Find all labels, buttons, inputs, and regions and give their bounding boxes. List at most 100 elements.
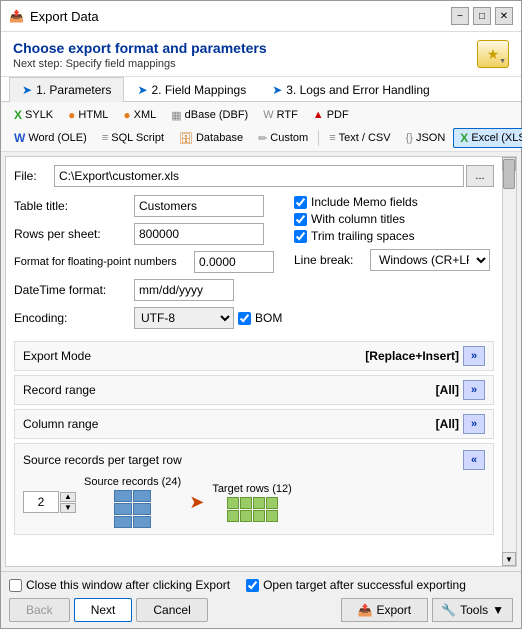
source-records-collapse[interactable]: « bbox=[463, 450, 485, 470]
tab-field-mappings[interactable]: ➤ 2. Field Mappings bbox=[124, 77, 259, 102]
export-mode-section[interactable]: Export Mode [Replace+Insert] » bbox=[14, 341, 494, 371]
custom-label: Custom bbox=[270, 132, 308, 144]
file-input[interactable] bbox=[54, 165, 464, 187]
minimize-button[interactable]: − bbox=[451, 7, 469, 25]
sql-label: SQL Script bbox=[111, 132, 164, 144]
rows-per-sheet-input[interactable] bbox=[134, 223, 264, 245]
tab-parameters[interactable]: ➤ 1. Parameters bbox=[9, 77, 124, 102]
tab-arrow-2: ➤ bbox=[137, 83, 147, 97]
table-title-input[interactable] bbox=[134, 195, 264, 217]
maximize-button[interactable]: □ bbox=[473, 7, 491, 25]
close-window-checkbox[interactable] bbox=[9, 579, 22, 592]
format-rtf[interactable]: W RTF bbox=[256, 105, 305, 125]
sql-icon: ≡ bbox=[102, 132, 108, 144]
open-target-label: Open target after successful exporting bbox=[263, 578, 466, 592]
trim-trailing-spaces-row: Trim trailing spaces bbox=[294, 229, 494, 243]
close-window-row: Close this window after clicking Export bbox=[9, 578, 230, 592]
column-range-section[interactable]: Column range [All] » bbox=[14, 409, 494, 439]
tab-logs-label: 3. Logs and Error Handling bbox=[286, 83, 429, 97]
favorites-button[interactable]: ★ bbox=[477, 40, 509, 68]
text-icon: ≡ bbox=[329, 132, 335, 144]
format-json[interactable]: {} JSON bbox=[399, 128, 453, 148]
spinner-down[interactable]: ▼ bbox=[60, 503, 76, 513]
bom-label: BOM bbox=[255, 311, 282, 325]
format-row-1: X SYLK ● HTML ● XML ▦ dBase (DBF) W RTF … bbox=[5, 104, 358, 126]
format-database[interactable]: 🗄 Database bbox=[172, 128, 250, 148]
browse-button[interactable]: ... bbox=[466, 165, 494, 187]
sylk-icon: X bbox=[14, 108, 22, 122]
xml-icon: ● bbox=[123, 108, 130, 122]
source-records-number-input[interactable] bbox=[23, 491, 59, 513]
next-button[interactable]: Next bbox=[74, 598, 133, 622]
include-memo-row: Include Memo fields bbox=[294, 195, 494, 209]
encoding-select[interactable]: UTF-8 UTF-16 ANSI bbox=[134, 307, 234, 329]
close-button[interactable]: ✕ bbox=[495, 7, 513, 25]
scrollbar-thumb[interactable] bbox=[503, 159, 515, 189]
format-text-csv[interactable]: ≡ Text / CSV bbox=[322, 128, 397, 148]
open-target-checkbox[interactable] bbox=[246, 579, 259, 592]
source-grid-area: Source records (24) bbox=[84, 476, 181, 528]
scrollbar-down[interactable]: ▼ bbox=[502, 552, 516, 566]
column-range-expand[interactable]: » bbox=[463, 414, 485, 434]
format-row-2: W Word (OLE) ≡ SQL Script 🗄 Database ✏ C… bbox=[5, 127, 522, 149]
two-col: Table title: Rows per sheet: Format for … bbox=[14, 195, 494, 335]
with-column-titles-checkbox[interactable] bbox=[294, 213, 307, 226]
linebreak-select[interactable]: Windows (CR+LF) Unix (LF) Mac (CR) bbox=[370, 249, 490, 271]
grid-cell-3 bbox=[114, 503, 132, 515]
back-button[interactable]: Back bbox=[9, 598, 70, 622]
format-xml[interactable]: ● XML bbox=[116, 105, 163, 125]
datetime-format-input[interactable] bbox=[134, 279, 234, 301]
record-range-expand[interactable]: » bbox=[463, 380, 485, 400]
linebreak-row: Line break: Windows (CR+LF) Unix (LF) Ma… bbox=[294, 249, 494, 271]
pdf-label: PDF bbox=[327, 109, 349, 121]
rtf-icon: W bbox=[263, 109, 273, 121]
header-section: Choose export format and parameters Next… bbox=[1, 32, 521, 77]
source-records-header: Source records per target row « bbox=[23, 450, 485, 470]
bom-checkbox[interactable] bbox=[238, 312, 251, 325]
include-memo-checkbox[interactable] bbox=[294, 196, 307, 209]
open-target-row: Open target after successful exporting bbox=[246, 578, 466, 592]
db-label: Database bbox=[196, 132, 243, 144]
target-grid bbox=[227, 497, 278, 522]
format-custom[interactable]: ✏ Custom bbox=[251, 128, 315, 148]
format-html[interactable]: ● HTML bbox=[61, 105, 115, 125]
scroll-content: File: ... Table title: Rows per bbox=[14, 165, 508, 535]
header-title: Choose export format and parameters bbox=[13, 40, 267, 56]
t-cell-3 bbox=[253, 497, 265, 509]
html-label: HTML bbox=[78, 109, 108, 121]
export-mode-expand[interactable]: » bbox=[463, 346, 485, 366]
format-xlsx[interactable]: X Excel (XLSX) bbox=[453, 128, 522, 148]
file-label: File: bbox=[14, 169, 54, 183]
records-number-section: ▲ ▼ bbox=[23, 491, 76, 513]
db-icon: 🗄 bbox=[179, 132, 193, 145]
left-col: Table title: Rows per sheet: Format for … bbox=[14, 195, 294, 335]
export-button[interactable]: 📤 Export bbox=[341, 598, 429, 622]
dbase-label: dBase (DBF) bbox=[185, 109, 249, 121]
xml-label: XML bbox=[134, 109, 157, 121]
tab-logs[interactable]: ➤ 3. Logs and Error Handling bbox=[259, 77, 442, 102]
sylk-label: SYLK bbox=[25, 109, 53, 121]
spinner-up[interactable]: ▲ bbox=[60, 492, 76, 502]
file-row: File: ... bbox=[14, 165, 494, 187]
encoding-row: Encoding: UTF-8 UTF-16 ANSI BOM bbox=[14, 307, 286, 329]
format-word[interactable]: W Word (OLE) bbox=[7, 128, 94, 148]
t-cell-6 bbox=[240, 510, 252, 522]
spinner: ▲ ▼ bbox=[60, 492, 76, 513]
header-subtitle: Next step: Specify field mappings bbox=[13, 58, 267, 70]
float-format-input[interactable] bbox=[194, 251, 274, 273]
close-window-label: Close this window after clicking Export bbox=[26, 578, 230, 592]
tools-button[interactable]: 🔧 Tools ▼ bbox=[432, 598, 513, 622]
t-cell-1 bbox=[227, 497, 239, 509]
trim-trailing-spaces-checkbox[interactable] bbox=[294, 230, 307, 243]
format-dbase[interactable]: ▦ dBase (DBF) bbox=[164, 105, 255, 125]
format-sylk[interactable]: X SYLK bbox=[7, 105, 60, 125]
record-range-section[interactable]: Record range [All] » bbox=[14, 375, 494, 405]
format-pdf[interactable]: ▲ PDF bbox=[306, 105, 356, 125]
header-text: Choose export format and parameters Next… bbox=[13, 40, 267, 70]
record-range-value: [All] bbox=[436, 383, 459, 397]
datetime-format-label: DateTime format: bbox=[14, 283, 134, 297]
column-range-value: [All] bbox=[436, 417, 459, 431]
word-label: Word (OLE) bbox=[28, 132, 86, 144]
cancel-button[interactable]: Cancel bbox=[136, 598, 207, 622]
format-sql[interactable]: ≡ SQL Script bbox=[95, 128, 171, 148]
